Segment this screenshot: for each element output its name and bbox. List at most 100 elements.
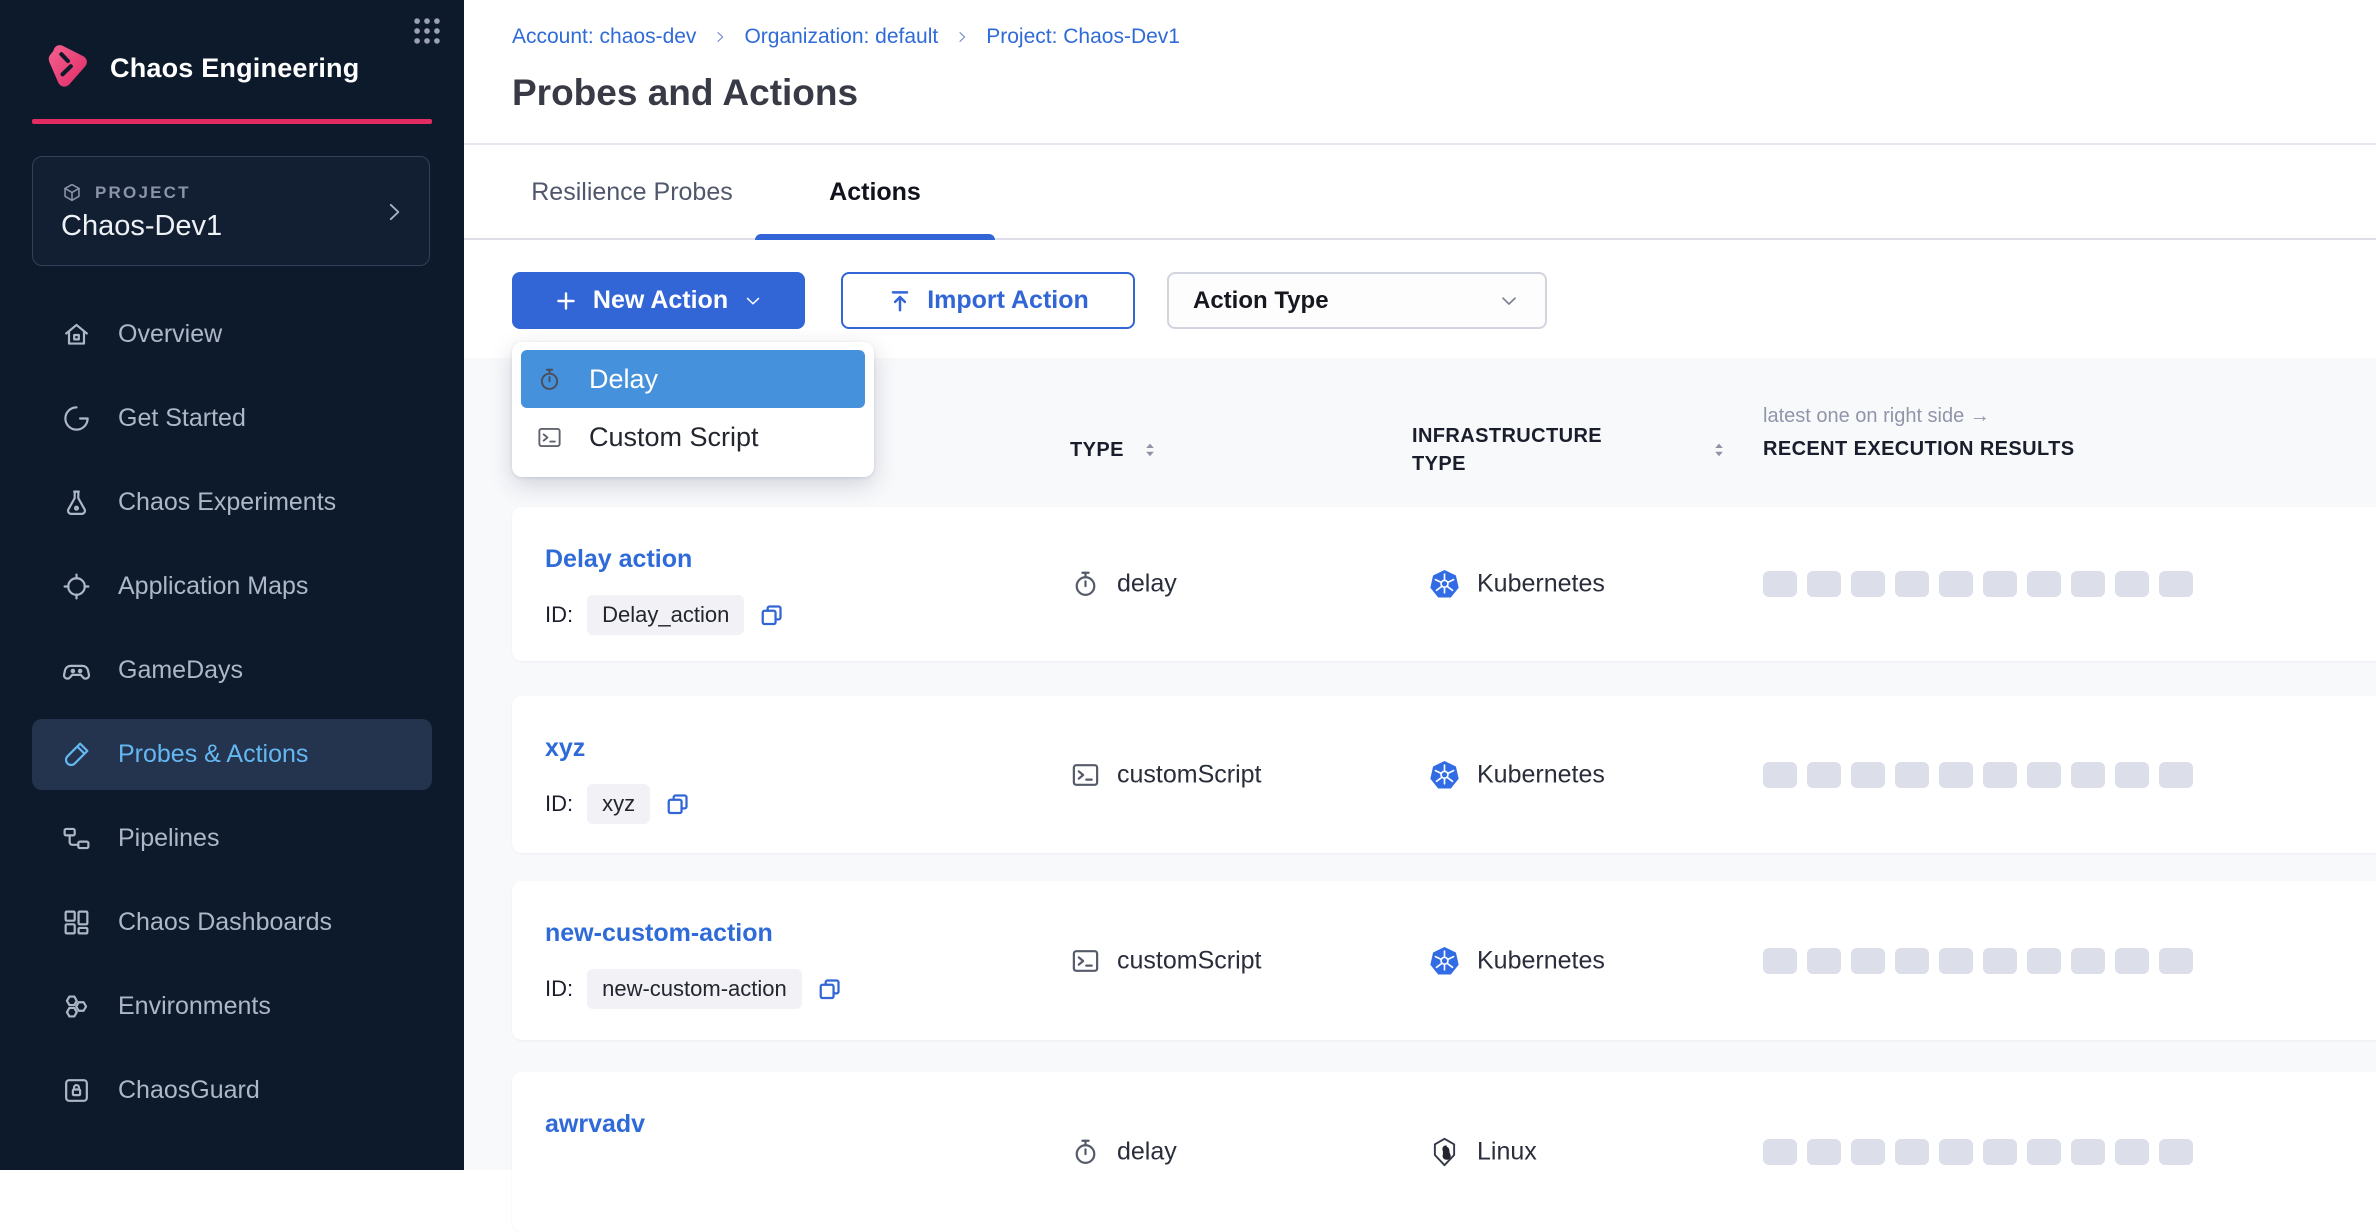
execution-result-placeholder — [1807, 762, 1841, 788]
execution-result-placeholder — [2115, 948, 2149, 974]
menu-item-delay[interactable]: Delay — [521, 350, 865, 408]
sidebar-item-chaos-experiments[interactable]: Chaos Experiments — [32, 467, 432, 538]
execution-result-placeholder — [1763, 762, 1797, 788]
sidebar-item-label: Chaos Experiments — [118, 488, 336, 517]
sidebar-item-chaos-dashboards[interactable]: Chaos Dashboards — [32, 887, 432, 958]
breadcrumb-link[interactable]: Project: Chaos-Dev1 — [986, 25, 1180, 49]
breadcrumb-separator-icon — [954, 29, 970, 45]
action-id-line: ID:new-custom-action — [545, 969, 843, 1009]
lock-shield-icon — [61, 1075, 92, 1106]
sidebar-item-label: Get Started — [118, 404, 246, 433]
chevron-right-icon — [381, 199, 407, 225]
action-name-link[interactable]: Delay action — [545, 545, 692, 574]
tab-actions[interactable]: Actions — [755, 145, 995, 240]
execution-result-placeholder — [1851, 571, 1885, 597]
menu-item-custom-script[interactable]: Custom Script — [521, 408, 865, 466]
recent-execution-results — [1763, 762, 2193, 788]
sidebar-nav: Overview Get Started Chaos Experiments Appl… — [0, 299, 464, 1139]
sidebar-item-probes-actions[interactable]: Probes & Actions — [32, 719, 432, 790]
action-name-link[interactable]: xyz — [545, 734, 585, 763]
execution-result-placeholder — [2071, 571, 2105, 597]
sidebar-item-label: Overview — [118, 320, 222, 349]
plus-icon — [553, 288, 579, 314]
chevron-down-icon — [742, 290, 764, 312]
action-row: Delay actionID:Delay_actiondelayKubernet… — [512, 507, 2376, 661]
get-started-icon — [61, 403, 92, 434]
sidebar-item-application-maps[interactable]: Application Maps — [32, 551, 432, 622]
kubernetes-icon — [1428, 944, 1461, 977]
infrastructure-cell: Kubernetes — [1428, 568, 1605, 601]
execution-result-placeholder — [2159, 1139, 2193, 1165]
cube-icon — [61, 182, 83, 204]
tab-resilience-probes[interactable]: Resilience Probes — [521, 145, 743, 240]
sort-icon[interactable] — [1138, 438, 1162, 462]
sidebar-item-environments[interactable]: Environments — [32, 971, 432, 1042]
sidebar-item-chaosguard[interactable]: ChaosGuard — [32, 1055, 432, 1126]
execution-result-placeholder — [1939, 948, 1973, 974]
copy-icon[interactable] — [816, 976, 843, 1003]
infrastructure-value: Kubernetes — [1477, 946, 1605, 975]
linux-icon — [1428, 1136, 1461, 1169]
execution-result-placeholder — [2027, 762, 2061, 788]
copy-icon[interactable] — [664, 791, 691, 818]
execution-result-placeholder — [2159, 571, 2193, 597]
column-header-recent-results: RECENT EXECUTION RESULTS — [1763, 438, 2074, 461]
execution-result-placeholder — [1983, 762, 2017, 788]
sidebar-item-overview[interactable]: Overview — [32, 299, 432, 370]
sidebar-item-label: ChaosGuard — [118, 1076, 260, 1105]
sidebar-item-label: Probes & Actions — [118, 740, 308, 769]
infrastructure-value: Kubernetes — [1477, 760, 1605, 789]
project-selector[interactable]: PROJECT Chaos-Dev1 — [32, 156, 430, 266]
action-row: xyzID:xyzcustomScriptKubernetes — [512, 696, 2376, 853]
recent-results-hint: latest one on right side → — [1763, 405, 1990, 428]
import-icon — [887, 288, 913, 314]
project-label: PROJECT — [61, 182, 191, 204]
execution-result-placeholder — [1895, 1139, 1929, 1165]
breadcrumb-link[interactable]: Organization: default — [744, 25, 938, 49]
breadcrumb-link[interactable]: Account: chaos-dev — [512, 25, 696, 49]
execution-result-placeholder — [2027, 948, 2061, 974]
sidebar-item-get-started[interactable]: Get Started — [32, 383, 432, 454]
app-grid-icon[interactable] — [410, 14, 444, 48]
test-tube-icon — [61, 739, 92, 770]
execution-result-placeholder — [2159, 762, 2193, 788]
infrastructure-cell: Kubernetes — [1428, 944, 1605, 977]
action-id-value: new-custom-action — [587, 969, 802, 1009]
terminal-icon — [1070, 945, 1101, 976]
action-name-link[interactable]: awrvadv — [545, 1110, 645, 1139]
sidebar-item-label: Chaos Dashboards — [118, 908, 332, 937]
action-name-link[interactable]: new-custom-action — [545, 919, 773, 948]
flask-icon — [61, 487, 92, 518]
crosshair-icon — [61, 571, 92, 602]
execution-result-placeholder — [1983, 948, 2017, 974]
tab-bar: Resilience Probes Actions — [464, 145, 2376, 240]
execution-result-placeholder — [1895, 762, 1929, 788]
app-title: Chaos Engineering — [110, 53, 359, 84]
sort-icon[interactable] — [1707, 438, 1731, 462]
type-cell: customScript — [1070, 945, 1261, 976]
project-name: Chaos-Dev1 — [61, 210, 222, 243]
execution-result-placeholder — [2027, 571, 2061, 597]
execution-result-placeholder — [1939, 1139, 1973, 1165]
execution-result-placeholder — [1807, 948, 1841, 974]
type-cell: customScript — [1070, 759, 1261, 790]
action-type-filter[interactable]: Action Type — [1167, 272, 1547, 329]
id-label: ID: — [545, 791, 573, 817]
column-header-infrastructure: INFRASTRUCTURE TYPE — [1412, 422, 1642, 478]
type-value: delay — [1117, 570, 1177, 599]
sidebar-item-gamedays[interactable]: GameDays — [32, 635, 432, 706]
execution-result-placeholder — [2071, 762, 2105, 788]
copy-icon[interactable] — [758, 602, 785, 629]
new-action-button[interactable]: New Action — [512, 272, 805, 329]
sidebar: Chaos Engineering PROJECT Chaos-Dev1 Ove… — [0, 0, 464, 1170]
harness-chaos-logo-icon — [36, 38, 94, 98]
sidebar-item-pipelines[interactable]: Pipelines — [32, 803, 432, 874]
gamepad-icon — [61, 655, 92, 686]
new-action-dropdown: DelayCustom Script — [512, 342, 874, 477]
type-value: delay — [1117, 1138, 1177, 1167]
chevron-down-icon — [1497, 289, 1521, 313]
sidebar-item-label: Application Maps — [118, 572, 308, 601]
execution-result-placeholder — [2071, 1139, 2105, 1165]
execution-result-placeholder — [1895, 571, 1929, 597]
import-action-button[interactable]: Import Action — [841, 272, 1135, 329]
